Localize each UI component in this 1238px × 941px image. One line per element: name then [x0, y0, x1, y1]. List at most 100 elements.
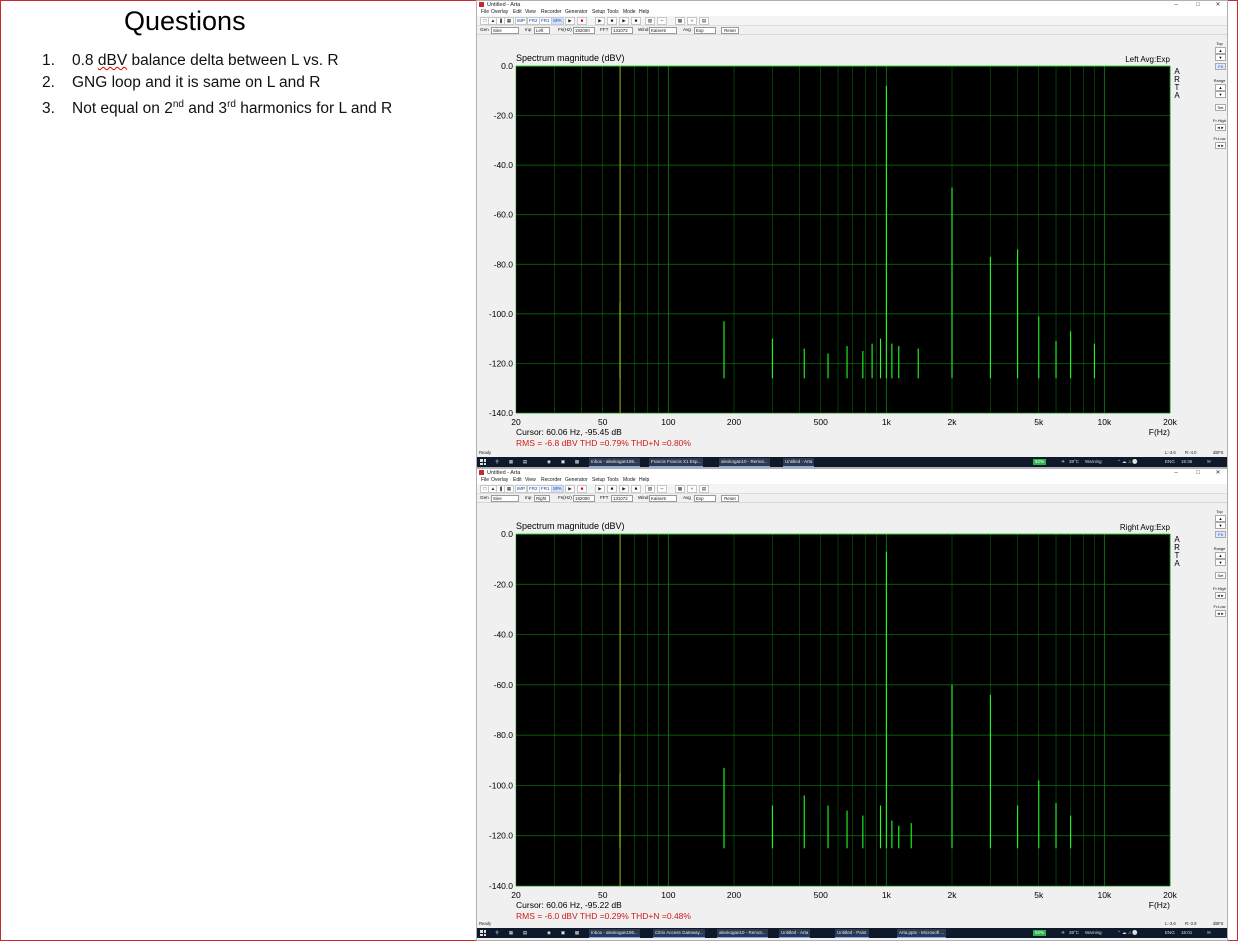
play2-icon[interactable]: ▶	[595, 17, 605, 25]
fft-select[interactable]: 131072	[611, 27, 633, 34]
chart-icon[interactable]: ▧	[645, 17, 655, 25]
stop-icon[interactable]: ■	[577, 485, 587, 493]
fit-button[interactable]: Fit	[1215, 531, 1226, 538]
wind-select[interactable]: Kaiser5	[649, 27, 677, 34]
battery-indicator[interactable]: 92%	[1033, 459, 1047, 465]
stop-icon[interactable]: ■	[577, 17, 587, 25]
store-icon[interactable]: ▩	[573, 929, 581, 937]
mode-button[interactable]: FR1	[539, 17, 552, 25]
gen-icon[interactable]: ▤	[699, 485, 709, 493]
menu-item[interactable]: Setup	[592, 477, 605, 484]
menu-item[interactable]: Recorder	[541, 477, 562, 484]
clock[interactable]: 16:01	[1181, 929, 1192, 937]
menu-item[interactable]: Overlay	[491, 9, 508, 16]
taskbar-app-button[interactable]: Untitled - Paint	[835, 929, 869, 938]
store-icon[interactable]: ▩	[573, 458, 581, 466]
search-icon[interactable]: ⚲	[493, 929, 501, 937]
edge-icon[interactable]: ◉	[545, 929, 553, 937]
taskbar-app-button[interactable]: alexkogan10 - Remot...	[717, 929, 768, 938]
menu-item[interactable]: Edit	[513, 9, 522, 16]
taskview-icon[interactable]: ▦	[507, 458, 515, 466]
notification-icon[interactable]: ✉	[1207, 929, 1211, 937]
explorer-icon[interactable]: ▣	[559, 929, 567, 937]
language-indicator[interactable]: ENG	[1165, 929, 1175, 937]
maximize-icon[interactable]: □	[1193, 1, 1203, 9]
close-icon[interactable]: ✕	[1213, 469, 1223, 477]
play-icon[interactable]: ▶	[565, 485, 575, 493]
frlow-button[interactable]: ◄►	[1215, 142, 1226, 149]
taskview-icon[interactable]: ▦	[507, 929, 515, 937]
fs-select[interactable]: 192000	[573, 495, 595, 502]
mode-button[interactable]: FR2	[527, 17, 540, 25]
taskbar-app-button[interactable]: Citrix Access Gateway...	[653, 929, 706, 938]
range-up-button[interactable]: ▲	[1215, 552, 1226, 559]
plot-background[interactable]	[516, 66, 1170, 413]
close-icon[interactable]: ✕	[1213, 1, 1223, 9]
language-indicator[interactable]: ENG	[1165, 458, 1175, 466]
explorer-icon[interactable]: ▣	[559, 458, 567, 466]
inp-select[interactable]: Right	[534, 495, 550, 502]
plot-background[interactable]	[516, 534, 1170, 886]
record-icon[interactable]: ▦	[504, 17, 514, 25]
menu-item[interactable]: Tools	[607, 9, 619, 16]
top-down-button[interactable]: ▼	[1215, 54, 1226, 61]
menu-item[interactable]: Generator	[565, 477, 588, 484]
menu-item[interactable]: File	[481, 477, 489, 484]
menu-item[interactable]: Recorder	[541, 9, 562, 16]
fs-select[interactable]: 192000	[573, 27, 595, 34]
notification-icon[interactable]: ✉	[1207, 458, 1211, 466]
menu-item[interactable]: Help	[639, 9, 649, 16]
search-icon[interactable]: ⚲	[493, 458, 501, 466]
avg-select[interactable]: Exp	[694, 495, 716, 502]
spectrum-chart[interactable]: 0.0 -20.0 -40.0 -60.0 -80.0 -100.0 -120.0 -140.…	[477, 503, 1211, 922]
tray-icons[interactable]: ⌃ ☁ ♫ ⚪	[1117, 458, 1138, 466]
taskbar-app-button[interactable]: Untitled - Arta	[783, 458, 815, 467]
menu-item[interactable]: Tools	[607, 477, 619, 484]
menu-item[interactable]: Edit	[513, 477, 522, 484]
battery-indicator[interactable]: 92%	[1033, 930, 1047, 936]
frhigh-button[interactable]: ◄►	[1215, 124, 1226, 131]
mode-button[interactable]: FR2	[527, 485, 540, 493]
fft-select[interactable]: 131072	[611, 495, 633, 502]
frlow-button[interactable]: ◄►	[1215, 610, 1226, 617]
inp-select[interactable]: Left	[534, 27, 550, 34]
weather-icon[interactable]: ☀	[1061, 458, 1065, 466]
mode-button[interactable]: IMP	[515, 17, 528, 25]
taskbar-app-button[interactable]: Arta.pptx - Microsoft ...	[897, 929, 947, 938]
osc-icon[interactable]: ≈	[687, 17, 697, 25]
osc-icon[interactable]: ≈	[687, 485, 697, 493]
stop3-icon[interactable]: ■	[631, 17, 641, 25]
widgets-icon[interactable]: ▤	[521, 458, 529, 466]
weather-icon[interactable]: ☀	[1061, 929, 1065, 937]
menu-item[interactable]: Mode	[623, 9, 636, 16]
menu-item[interactable]: View	[525, 9, 536, 16]
menu-item[interactable]: File	[481, 9, 489, 16]
play3-icon[interactable]: ▶	[619, 17, 629, 25]
taskbar-app-button[interactable]: Inbox - alexkogan196...	[589, 458, 640, 467]
edge-icon[interactable]: ◉	[545, 458, 553, 466]
play3-icon[interactable]: ▶	[619, 485, 629, 493]
gen-icon[interactable]: ▤	[699, 17, 709, 25]
range-up-button[interactable]: ▲	[1215, 84, 1226, 91]
top-down-button[interactable]: ▼	[1215, 522, 1226, 529]
set-button[interactable]: Set	[1215, 104, 1226, 111]
scope-icon[interactable]: ∼	[657, 485, 667, 493]
avg-select[interactable]: Exp	[694, 27, 716, 34]
warning-text[interactable]: Warning	[1085, 458, 1102, 466]
taskbar-app-button[interactable]: Inbox - alexkogan196...	[589, 929, 640, 938]
menu-item[interactable]: Setup	[592, 9, 605, 16]
gen-select[interactable]: Sine	[491, 27, 519, 34]
mode-button[interactable]: IMP	[515, 485, 528, 493]
meter-icon[interactable]: ▩	[675, 17, 685, 25]
mode-button[interactable]: SPA	[551, 17, 564, 25]
wind-select[interactable]: Kaiser5	[649, 495, 677, 502]
set-button[interactable]: Set	[1215, 572, 1226, 579]
clock[interactable]: 15:36	[1181, 458, 1192, 466]
menu-item[interactable]: View	[525, 477, 536, 484]
taskbar-app-button[interactable]: alexkogan10 - Remot...	[719, 458, 770, 467]
stop3-icon[interactable]: ■	[631, 485, 641, 493]
windows-start-icon[interactable]	[480, 930, 486, 936]
record-icon[interactable]: ▦	[504, 485, 514, 493]
maximize-icon[interactable]: □	[1193, 469, 1203, 477]
range-down-button[interactable]: ▼	[1215, 559, 1226, 566]
